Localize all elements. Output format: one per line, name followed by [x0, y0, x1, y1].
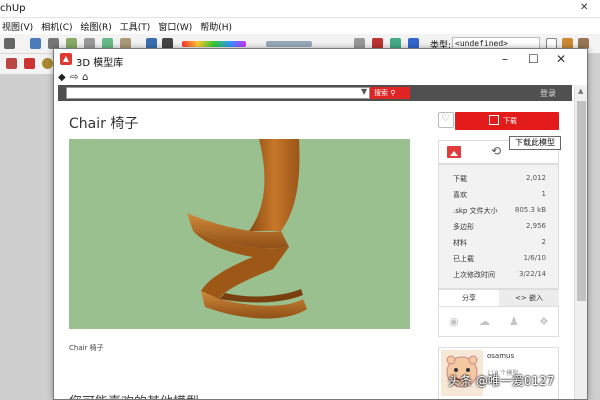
heart-icon: ♡ — [441, 113, 450, 124]
window-title: 3D 模型库 — [76, 58, 124, 69]
warehouse-logo-icon: ▲ — [60, 53, 72, 65]
scrollbar[interactable]: ▲ — [574, 85, 587, 399]
social-buttons: ◉ ☁ ♟ ❖ — [438, 307, 559, 337]
stat-row: 下载 2,012 — [439, 174, 560, 186]
stat-label: .skp 文件大小 — [453, 207, 498, 215]
stat-label: 喜欢 — [453, 191, 467, 199]
stat-label: 已上载 — [453, 255, 474, 263]
pencil-icon[interactable] — [24, 58, 35, 69]
scroll-thumb[interactable] — [577, 101, 586, 301]
stat-value: 805.3 kB — [514, 206, 546, 214]
stat-row: 多边形 2,956 — [439, 222, 560, 234]
chair-image — [187, 139, 307, 319]
menu-view[interactable]: 视图(V) — [2, 20, 33, 33]
stat-value: 2,956 — [525, 222, 546, 230]
window-title-bar: ▲ 3D 模型库 – ☐ ✕ — [54, 49, 587, 71]
3d-view-tab-icon[interactable]: ⟲ — [491, 144, 501, 158]
shadow-slider-icon[interactable] — [182, 41, 246, 47]
browser-nav: ◆ ⇨ ⌂ — [54, 71, 587, 85]
share-tabs: 分享 <> 嵌入 — [438, 289, 559, 307]
stat-value: 2 — [541, 238, 546, 246]
download-button[interactable]: 下载 — [455, 112, 559, 130]
tab-embed[interactable]: <> 嵌入 — [499, 290, 559, 306]
minimize-button[interactable]: – — [502, 52, 508, 66]
app-menu-bar: 视图(V) 相机(C) 绘图(R) 工具(T) 窗口(W) 帮助(H) — [0, 18, 600, 34]
stat-value: 1 — [541, 190, 546, 198]
model-preview[interactable] — [69, 139, 410, 329]
stat-value: 1/6/10 — [523, 254, 546, 262]
weibo-icon[interactable]: ◉ — [449, 315, 459, 328]
stat-label: 材料 — [453, 239, 467, 247]
fog-slider-icon[interactable] — [266, 41, 312, 47]
component-icon[interactable] — [30, 38, 41, 49]
menu-tools[interactable]: 工具(T) — [120, 20, 151, 33]
app-toolbar-secondary — [0, 54, 54, 74]
back-icon[interactable]: ◆ — [58, 72, 66, 83]
image-caption: Chair 椅子 — [69, 344, 104, 352]
download-button-label: 下载 — [503, 117, 517, 125]
author-name[interactable]: osamus — [487, 352, 514, 360]
viewport-background — [0, 74, 54, 400]
model-title: Chair 椅子 — [69, 116, 139, 132]
login-link[interactable]: 登录 — [540, 88, 556, 99]
close-button[interactable]: ✕ — [556, 52, 566, 66]
app-title: chUp — [0, 3, 26, 14]
like-button[interactable]: ♡ — [438, 112, 454, 128]
chevron-down-icon[interactable]: ▼ — [361, 87, 367, 96]
stat-row: 上次修改时间 3/22/14 — [439, 270, 560, 282]
app-close-button[interactable]: ✕ — [580, 2, 588, 13]
circle-icon[interactable] — [42, 58, 53, 69]
forward-icon[interactable]: ⇨ — [70, 72, 78, 83]
download-icon — [489, 115, 499, 125]
stat-label: 上次修改时间 — [453, 271, 495, 279]
maximize-button[interactable]: ☐ — [528, 52, 539, 66]
watermark: 头条 @唯一爱0127 — [448, 374, 555, 388]
arrow-tool-icon[interactable] — [4, 38, 15, 49]
model-stats: 下载 2,012 喜欢 1 .skp 文件大小 805.3 kB 多边形 2,9… — [438, 164, 559, 289]
stat-label: 多边形 — [453, 223, 474, 231]
home-icon[interactable]: ⌂ — [82, 72, 88, 83]
warehouse-window: ▲ 3D 模型库 – ☐ ✕ ◆ ⇨ ⌂ ▼ 搜索 ⚲ 登录 ▲ Chair 椅… — [53, 48, 588, 400]
rectangle-icon[interactable] — [6, 58, 17, 69]
search-icon: ⚲ — [390, 89, 396, 97]
menu-draw[interactable]: 绘图(R) — [81, 20, 112, 33]
image-view-tab-icon[interactable] — [447, 146, 461, 158]
menu-window[interactable]: 窗口(W) — [158, 20, 192, 33]
search-button-label: 搜索 — [374, 89, 388, 97]
stat-row: 已上载 1/6/10 — [439, 254, 560, 266]
search-input[interactable] — [66, 87, 370, 99]
stat-row: 材料 2 — [439, 238, 560, 250]
qzone-icon[interactable]: ♟ — [509, 315, 519, 328]
stat-label: 下载 — [453, 175, 467, 183]
menu-camera[interactable]: 相机(C) — [41, 20, 72, 33]
search-button[interactable]: 搜索 ⚲ — [370, 87, 410, 99]
menu-help[interactable]: 帮助(H) — [200, 20, 232, 33]
scroll-up-icon[interactable]: ▲ — [578, 87, 583, 95]
wechat-icon[interactable]: ☁ — [479, 315, 490, 328]
stat-row: 喜欢 1 — [439, 190, 560, 202]
stat-row: .skp 文件大小 805.3 kB — [439, 206, 560, 218]
more-models-heading: 您可能喜欢的其他模型 — [69, 391, 199, 399]
viewport-background-right — [586, 54, 600, 400]
app-title-bar: chUp ✕ — [0, 0, 600, 18]
tab-share[interactable]: 分享 — [439, 290, 499, 306]
download-tooltip: 下载此模型 — [509, 136, 561, 150]
renren-icon[interactable]: ❖ — [539, 315, 549, 328]
stat-value: 3/22/14 — [519, 270, 546, 278]
stat-value: 2,012 — [525, 174, 546, 182]
